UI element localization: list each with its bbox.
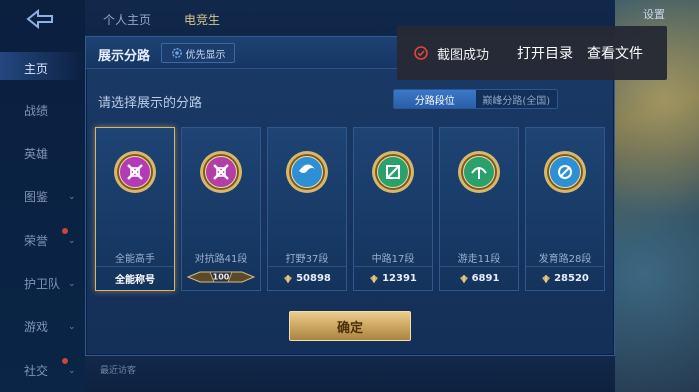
lane-card-label: 发育路28段	[538, 254, 592, 265]
chevron-down-icon: ⌄	[68, 235, 76, 246]
nav-item-6[interactable]: 游戏 ⌄	[24, 318, 76, 335]
lane-card-label: 打野37段	[285, 254, 329, 265]
panel-subtitle: 请选择展示的分路	[98, 96, 203, 111]
settings-button[interactable]: 设置	[639, 6, 669, 24]
nav-item-label: 护卫队	[24, 277, 61, 291]
lane-card-footer-value: 6891	[471, 273, 500, 284]
lane-card-footer-value: 28520	[554, 273, 589, 284]
toast-message: 截图成功	[437, 48, 490, 63]
panel-title: 展示分路	[98, 49, 151, 64]
chevron-down-icon: ⌄	[68, 365, 76, 376]
peak-score-icon	[370, 274, 379, 283]
peak-score-icon	[542, 274, 551, 283]
bottom-bar	[85, 356, 615, 392]
lane-card-footer-value: 12391	[382, 273, 417, 284]
tab-personal-home[interactable]: 个人主页	[103, 11, 151, 28]
nav-item-label: 荣誉	[24, 234, 49, 248]
nav-item-label: 图鉴	[24, 190, 49, 204]
lane-card-footer: 50898	[268, 266, 346, 290]
lane-emblem-icon	[284, 149, 330, 195]
nav-item-5[interactable]: 护卫队 ⌄	[24, 275, 76, 292]
nav-item-7[interactable]: 社交 ⌄	[24, 358, 76, 379]
priority-display-button[interactable]: 优先显示	[161, 43, 235, 63]
nav-item-4[interactable]: 荣誉 ⌄	[24, 228, 76, 249]
lane-card-footer: 全能称号	[96, 266, 174, 290]
lane-emblem-icon	[198, 149, 244, 195]
chevron-down-icon: ⌄	[68, 321, 76, 332]
lane-card-label: 中路17段	[371, 254, 415, 265]
confirm-button[interactable]: 确定	[289, 311, 411, 341]
lane-card-footer: 28520	[526, 266, 604, 290]
lane-card-label: 全能高手	[115, 254, 155, 265]
back-icon[interactable]	[24, 8, 56, 30]
lane-card-1[interactable]: 对抗路41段 100	[181, 127, 261, 291]
notification-dot-icon	[62, 228, 68, 234]
display-lane-panel: 展示分路 优先显示 请选择展示的分路 分路段位 巅峰分路(全国) 全能高手全能称…	[85, 36, 615, 356]
nav-item-3[interactable]: 图鉴 ⌄	[24, 188, 76, 205]
toggle-lane-rank[interactable]: 分路段位	[394, 90, 476, 108]
nav-item-2[interactable]: 英雄	[24, 145, 48, 162]
recent-visitors-label: 最近访客	[100, 366, 137, 376]
lane-card-footer-value: 50898	[296, 273, 331, 284]
lane-emblem-icon	[456, 149, 502, 195]
priority-display-label: 优先显示	[185, 49, 226, 61]
check-circle-icon	[414, 46, 428, 60]
lane-mode-toggle: 分路段位 巅峰分路(全国)	[393, 89, 558, 109]
peak-score-icon	[459, 274, 468, 283]
lane-card-2[interactable]: 打野37段 50898	[267, 127, 347, 291]
nav-item-label: 战绩	[24, 104, 49, 118]
lane-emblem-icon	[542, 149, 588, 195]
lane-card-4[interactable]: 游走11段 6891	[439, 127, 519, 291]
lane-card-label: 对抗路41段	[194, 254, 248, 265]
nav-item-label: 社交	[24, 364, 49, 378]
lane-emblem-icon	[370, 149, 416, 195]
nav-item-label: 游戏	[24, 320, 49, 334]
lane-card-footer: 12391	[354, 266, 432, 290]
lane-emblem-icon	[112, 149, 158, 195]
toggle-peak-lane[interactable]: 巅峰分路(全国)	[475, 90, 557, 108]
chevron-down-icon: ⌄	[68, 191, 76, 202]
lane-card-0[interactable]: 全能高手 全能称号	[95, 127, 175, 291]
nav-item-1[interactable]: 战绩	[24, 102, 48, 119]
chevron-down-icon: ⌄	[68, 278, 76, 289]
open-directory-link[interactable]: 打开目录	[517, 43, 573, 63]
notification-dot-icon	[62, 358, 68, 364]
rank-number: 100	[212, 272, 230, 282]
lane-card-5[interactable]: 发育路28段 28520	[525, 127, 605, 291]
tab-esports[interactable]: 电竞生	[184, 11, 220, 28]
lane-card-label: 游走11段	[457, 254, 501, 265]
nav-item-label: 英雄	[24, 147, 49, 161]
peak-score-icon	[284, 274, 293, 283]
view-file-link[interactable]: 查看文件	[587, 43, 643, 63]
lane-card-3[interactable]: 中路17段 12391	[353, 127, 433, 291]
screenshot-toast: 截图成功 打开目录 查看文件	[397, 26, 667, 80]
lane-card-footer: 6891	[440, 266, 518, 290]
rank-badge: 100	[186, 269, 256, 285]
lane-card-footer-value: 全能称号	[115, 275, 155, 286]
nav-item-0[interactable]: 主页	[24, 60, 48, 77]
gear-icon	[171, 48, 182, 58]
nav-item-label: 主页	[24, 62, 49, 76]
